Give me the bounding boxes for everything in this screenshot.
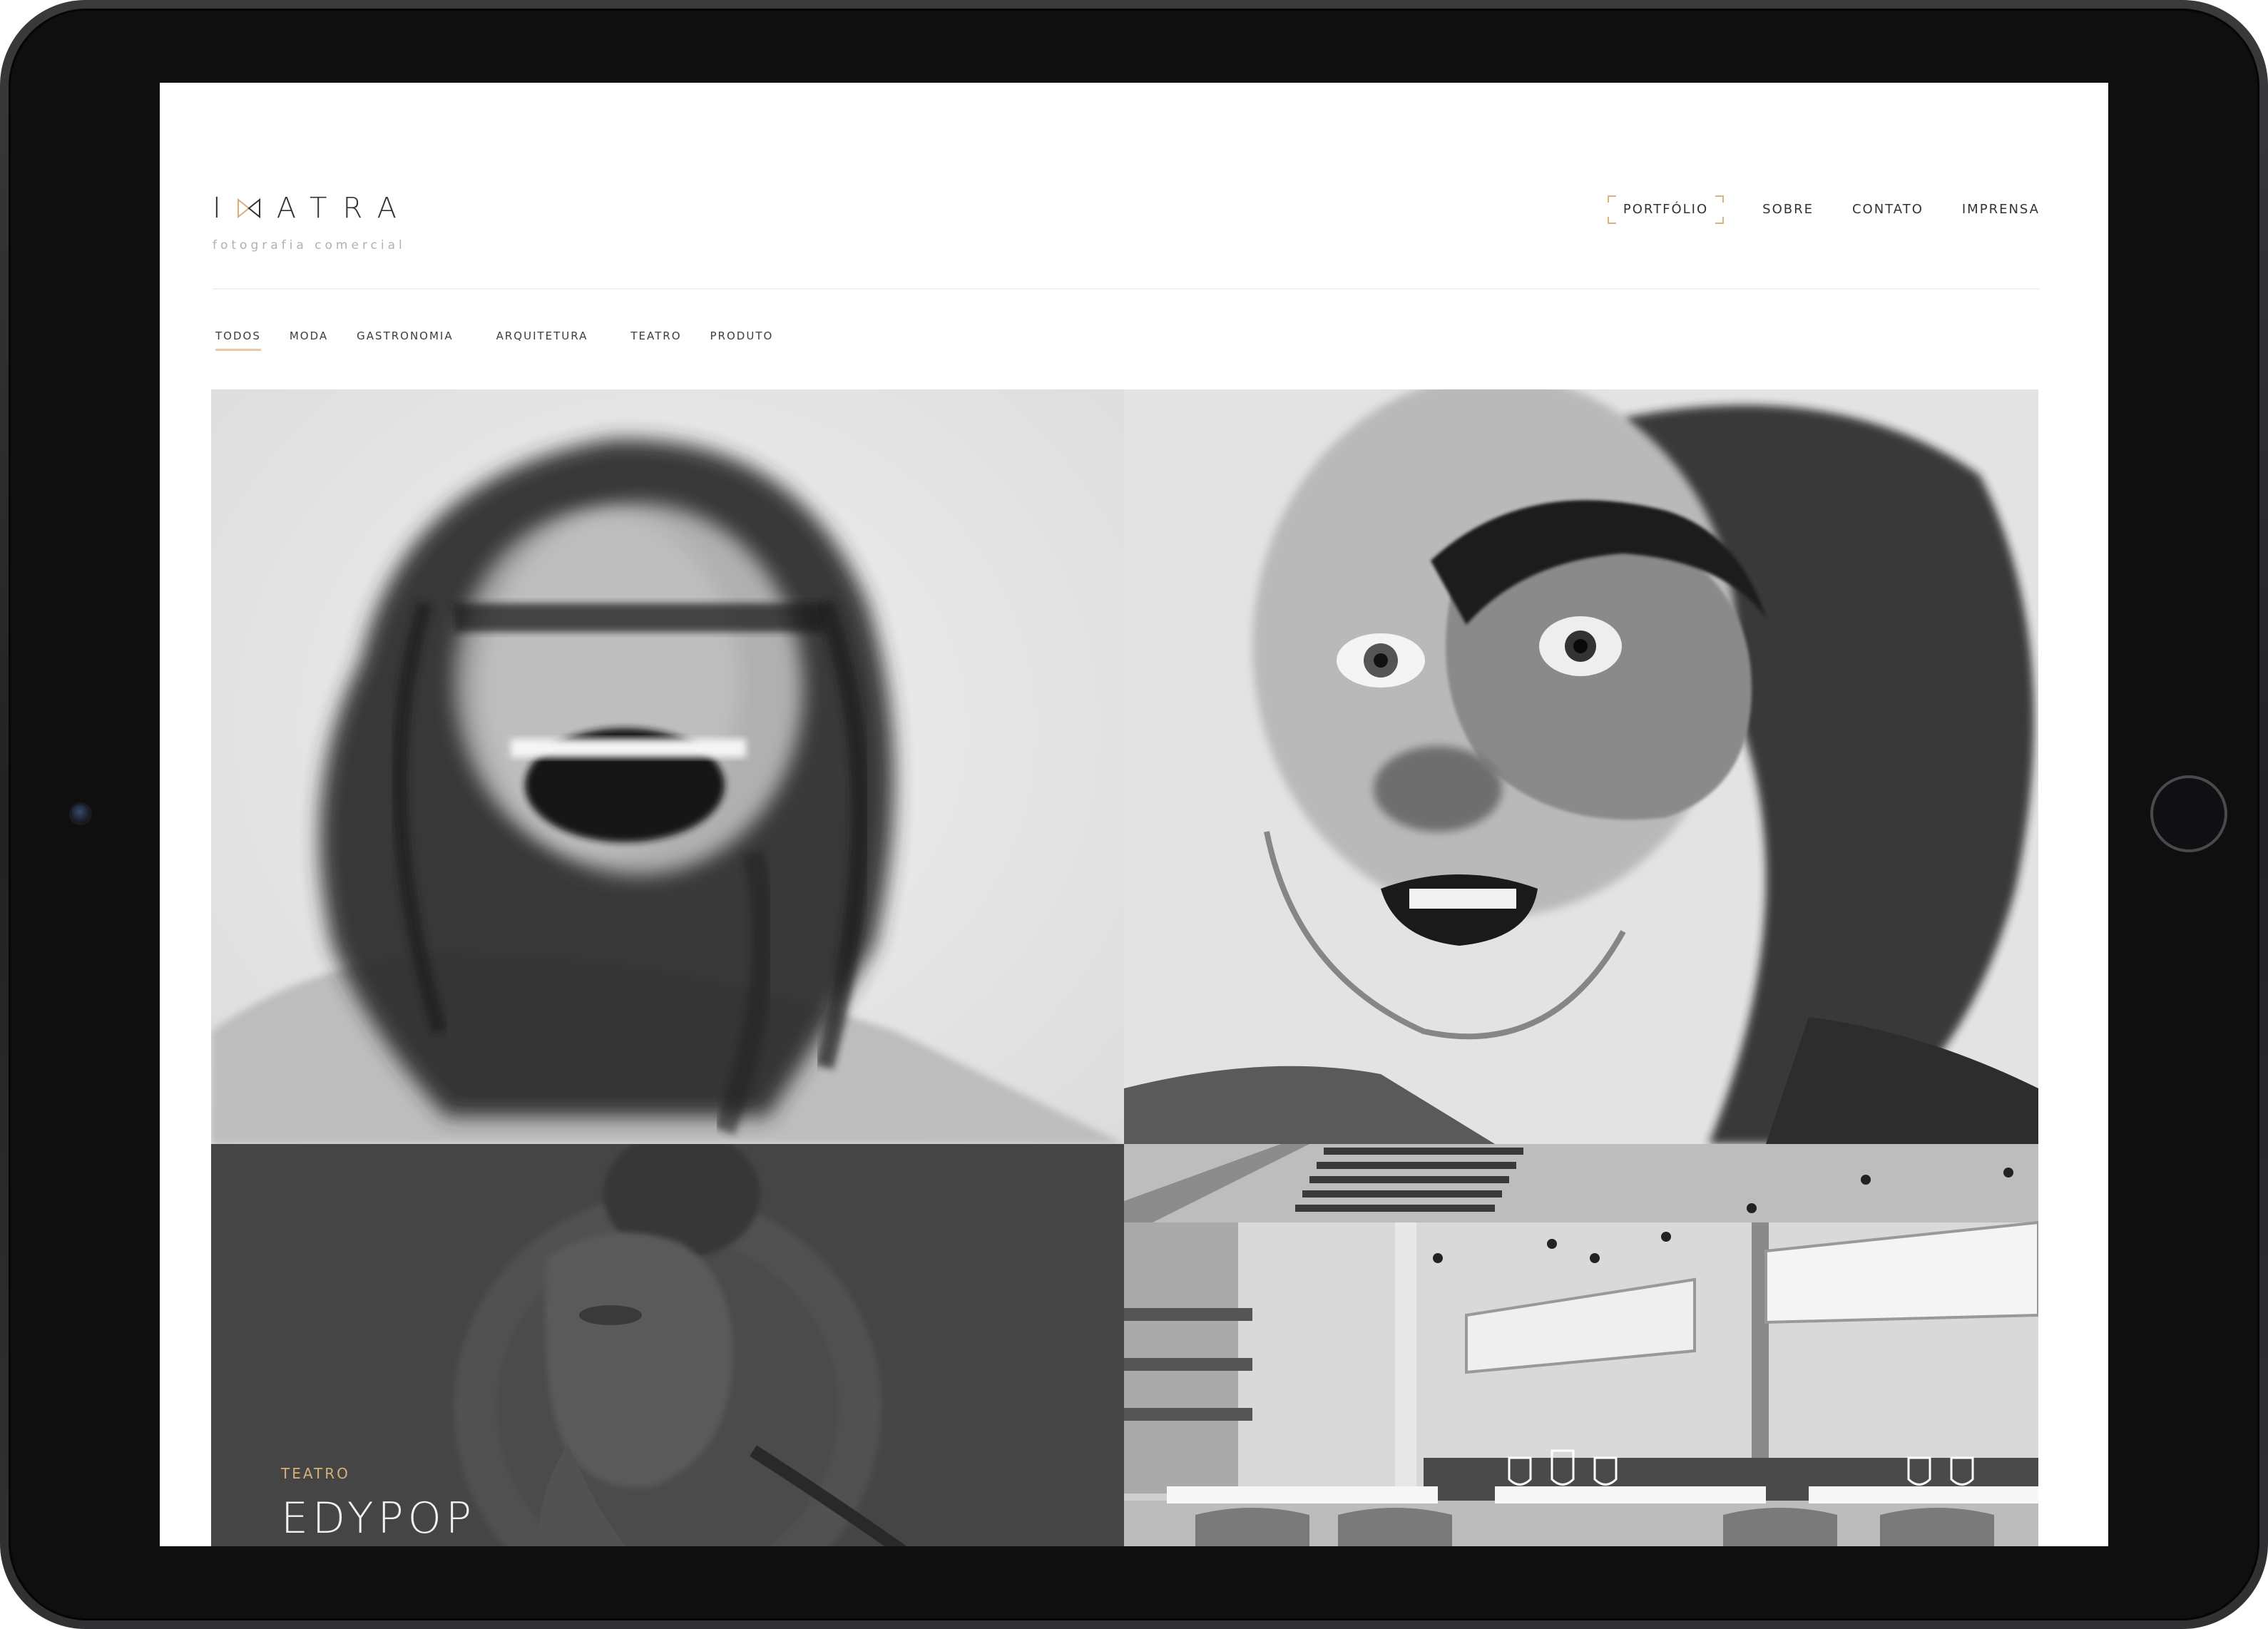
logo-text: ATRA <box>276 192 413 225</box>
nav-item-label: CONTATO <box>1851 202 1924 217</box>
bracket-corner <box>1607 217 1616 224</box>
filter-produto[interactable]: PRODUTO <box>710 330 774 351</box>
logo-prefix: I <box>213 192 237 225</box>
portfolio-tile[interactable] <box>1124 389 2038 1144</box>
bracket-corner <box>1715 195 1725 203</box>
tile-title[interactable]: EDYPOP <box>281 1493 476 1543</box>
nav-item-imprensa[interactable]: IMPRENSA <box>1962 195 2040 224</box>
bracket-corner <box>1607 195 1616 203</box>
site-logo[interactable]: I ATRA fotografia comercial <box>213 192 413 252</box>
portfolio-tile[interactable] <box>211 389 1124 1144</box>
filter-moda[interactable]: MODA <box>290 330 328 351</box>
woman-screaming-photo <box>211 439 1124 1144</box>
header-divider <box>213 288 2040 290</box>
portfolio-tile-featured[interactable]: TEATRO EDYPOP <box>211 1144 1124 1546</box>
tile-category[interactable]: TEATRO <box>281 1465 476 1482</box>
logo-wordmark: I ATRA <box>213 192 413 225</box>
filter-gastronomia[interactable]: GASTRONOMIA <box>357 330 453 351</box>
nav-item-label: SOBRE <box>1762 202 1814 217</box>
filter-todos[interactable]: TODOS <box>215 330 261 351</box>
nav-item-portfolio[interactable]: PORTFÓLIO <box>1607 195 1725 224</box>
nav-item-label: PORTFÓLIO <box>1623 202 1709 217</box>
filter-teatro[interactable]: TEATRO <box>630 330 681 351</box>
logo-tagline: fotografia comercial <box>213 238 406 252</box>
filter-arquitetura[interactable]: ARQUITETURA <box>496 330 588 351</box>
man-double-exposure-photo <box>1124 389 2038 1144</box>
home-button[interactable] <box>2150 775 2227 852</box>
nav-item-sobre[interactable]: SOBRE <box>1762 195 1814 224</box>
nav-item-label: IMPRENSA <box>1961 202 2040 217</box>
front-camera <box>71 805 90 823</box>
screen: I ATRA fotografia comercial PORTFÓLIO SO… <box>160 83 2108 1546</box>
nav-item-contato[interactable]: CONTATO <box>1852 195 1924 224</box>
tile-caption: TEATRO EDYPOP <box>281 1465 476 1543</box>
restaurant-interior-photo <box>1124 1144 2038 1546</box>
portfolio-tile[interactable] <box>1124 1144 2038 1546</box>
bracket-corner <box>1715 217 1725 224</box>
main-nav: PORTFÓLIO SOBRE CONTATO IMPRENSA <box>1607 195 2040 224</box>
category-filters: TODOS MODA GASTRONOMIA ARQUITETURA TEATR… <box>215 330 802 351</box>
logo-bowtie-icon <box>237 198 260 219</box>
